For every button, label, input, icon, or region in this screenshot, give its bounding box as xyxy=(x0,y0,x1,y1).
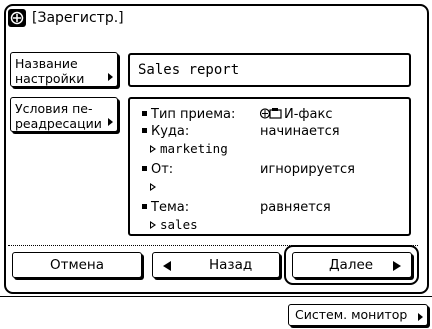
forwarding-conditions-button[interactable]: Условия пе- реадресации xyxy=(10,97,118,132)
next-label: Далее xyxy=(329,257,374,273)
condition-row-to: Куда: начинается xyxy=(142,124,340,140)
arrow-left-icon xyxy=(163,261,171,271)
title-bar: [Зарегистр.] xyxy=(8,8,124,28)
settings-name-label-1: Название xyxy=(15,56,78,71)
condition-key: Куда: xyxy=(151,124,190,139)
condition-key: От: xyxy=(151,162,174,177)
condition-value: И-факс xyxy=(284,107,333,122)
triangle-icon xyxy=(150,221,156,229)
condition-value: начинается xyxy=(260,124,340,139)
conditions-label-2: реадресации xyxy=(15,116,102,131)
chevron-right-icon xyxy=(418,313,423,321)
condition-key: Тип приема: xyxy=(151,107,236,122)
bullet-icon xyxy=(142,204,147,209)
next-button[interactable]: Далее xyxy=(292,252,412,278)
condition-sub-from xyxy=(150,179,160,195)
bullet-icon xyxy=(142,128,147,133)
cancel-button[interactable]: Отмена xyxy=(12,252,142,278)
settings-name-label-2: настройки xyxy=(15,71,85,86)
condition-row-subject: Тема: равняется xyxy=(142,200,331,216)
condition-sub-value: sales xyxy=(160,217,198,232)
conditions-summary: Тип приема: И-факс Куда: начинается market… xyxy=(128,97,411,236)
triangle-icon xyxy=(150,145,156,153)
condition-value: игнорируется xyxy=(260,162,355,177)
system-monitor-button[interactable]: Систем. монитор xyxy=(288,304,428,326)
conditions-label-1: Условия пе- xyxy=(15,101,93,116)
window-title: [Зарегистр.] xyxy=(32,10,124,26)
condition-row-receive-type: Тип приема: И-факс xyxy=(142,107,333,123)
condition-key: Тема: xyxy=(151,200,190,215)
ifax-icon xyxy=(260,108,282,119)
condition-sub-subject: sales xyxy=(150,217,198,233)
condition-sub-to: marketing xyxy=(150,141,228,157)
status-divider xyxy=(0,296,432,297)
arrow-right-icon xyxy=(393,261,401,271)
back-label: Назад xyxy=(209,257,253,273)
back-button[interactable]: Назад xyxy=(152,252,280,278)
settings-name-button[interactable]: Название настройки xyxy=(10,52,118,87)
settings-name-field[interactable]: Sales report xyxy=(128,53,411,87)
register-icon xyxy=(8,9,26,27)
condition-value: равняется xyxy=(260,200,331,215)
condition-row-from: От: игнорируется xyxy=(142,162,355,178)
chevron-right-icon xyxy=(108,118,113,126)
condition-sub-value: marketing xyxy=(160,141,228,156)
triangle-icon xyxy=(150,183,156,191)
bullet-icon xyxy=(142,111,147,116)
system-monitor-label: Систем. монитор xyxy=(295,307,408,322)
bullet-icon xyxy=(142,166,147,171)
chevron-right-icon xyxy=(108,73,113,81)
